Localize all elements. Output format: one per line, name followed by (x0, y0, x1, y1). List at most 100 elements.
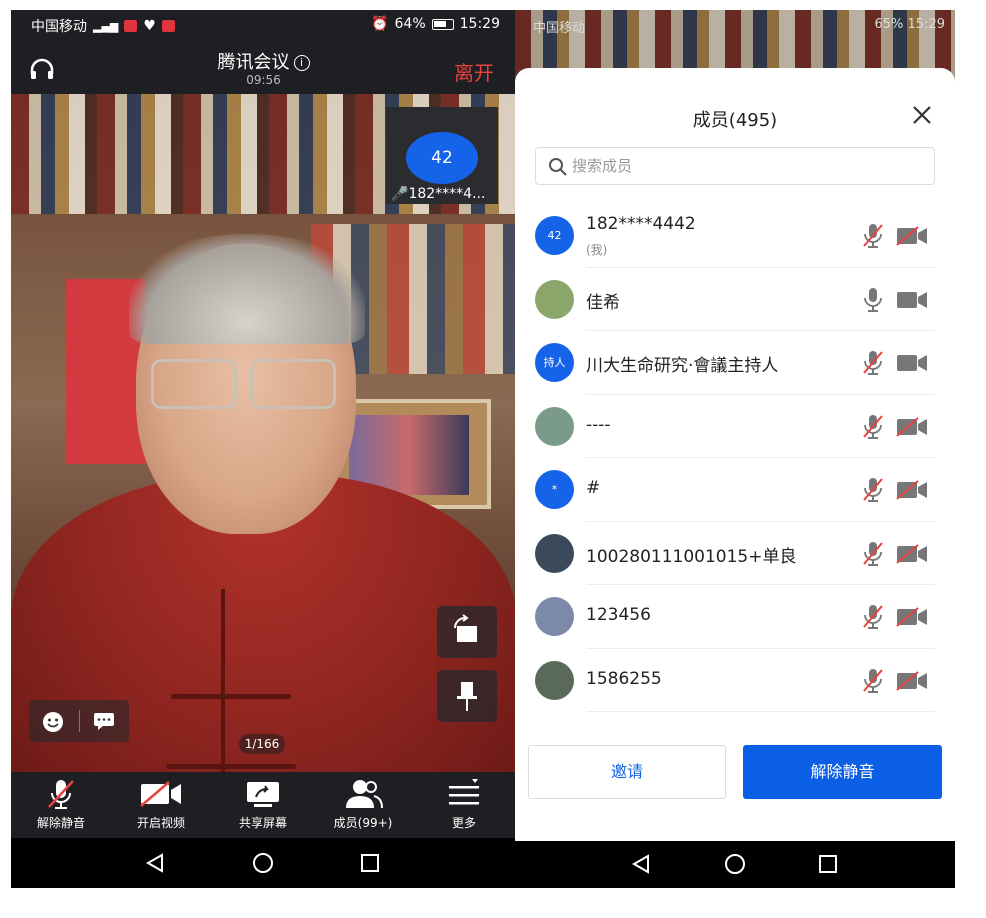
heart-icon: ♥ (143, 18, 156, 34)
member-row[interactable]: * # (515, 458, 955, 522)
members-panel: 成员(495) 42 182****4442 (我) (515, 68, 955, 843)
garment-knot (171, 694, 291, 699)
member-row[interactable]: 100280111001015+单良 (515, 522, 955, 585)
member-avatar (535, 660, 574, 700)
rotate-icon (454, 614, 477, 642)
home-icon[interactable] (251, 852, 275, 874)
alarm-icon: ⏰ (371, 16, 389, 32)
unmute-button[interactable]: 解除静音 (16, 778, 106, 831)
camera-icon[interactable] (896, 353, 928, 377)
meeting-title[interactable]: 腾讯会议 i (11, 48, 516, 74)
mic-muted-icon[interactable] (862, 604, 884, 634)
start-video-button[interactable]: 开启视频 (116, 778, 206, 831)
member-row[interactable]: 持人 川大生命研究·會議主持人 (515, 331, 955, 395)
carrier-label: 中国移动 (533, 21, 586, 36)
search-box[interactable] (535, 147, 935, 185)
member-avatar (535, 406, 574, 446)
status-bar: 中国移动 65% 15:29 (515, 10, 955, 40)
camera-off-icon[interactable] (896, 226, 928, 250)
unmute-all-button[interactable]: 解除静音 (743, 745, 942, 799)
rotate-button[interactable] (437, 606, 497, 658)
chat-icon[interactable] (93, 712, 115, 730)
member-subtitle: (我) (586, 243, 608, 257)
members-button[interactable]: 成员(99+) (318, 778, 408, 831)
invite-button[interactable]: 邀请 (528, 745, 726, 799)
signal-icon: ▂▄▆ (93, 19, 119, 33)
clock: 15:29 (459, 16, 500, 32)
speaker-glasses (151, 359, 336, 409)
camera-icon[interactable] (896, 290, 928, 314)
member-name: ---- (586, 414, 611, 435)
more-icon (449, 779, 479, 805)
carrier-label: 中国移动 (31, 19, 87, 35)
mic-muted-icon[interactable] (862, 668, 884, 698)
members-icon (346, 780, 383, 809)
mic-muted-icon[interactable] (862, 350, 884, 380)
meeting-toolbar: 解除静音 开启视频 共享屏幕 成员(99+) 更多 (11, 772, 516, 837)
camera-off-icon[interactable] (896, 416, 928, 441)
more-button[interactable]: 更多 (419, 778, 509, 831)
reaction-bar (29, 700, 129, 742)
battery-icon (431, 18, 454, 30)
back-icon[interactable] (630, 853, 652, 875)
pin-button[interactable] (437, 670, 497, 722)
member-name: 100280111001015+单良 (586, 546, 797, 567)
battery-percent: 64% (394, 16, 426, 32)
member-row[interactable]: 123456 (515, 585, 955, 649)
garment-seam (221, 589, 225, 782)
mic-muted-icon[interactable] (862, 223, 884, 253)
app-notification-icon (161, 20, 175, 32)
speaker-hair (129, 234, 365, 344)
camera-off-icon[interactable] (896, 670, 928, 695)
member-avatar (535, 533, 574, 573)
search-input[interactable] (572, 154, 912, 178)
member-avatar: 持人 (535, 343, 574, 382)
camera-off-icon[interactable] (896, 543, 928, 568)
self-name: 🎤182****4... (391, 186, 486, 202)
member-list: 42 182****4442 (我) 佳希 持人 川大生命研究·會議主持人 --… (515, 204, 955, 712)
member-row[interactable]: 佳希 (515, 268, 955, 331)
member-name: 123456 (586, 605, 651, 625)
search-icon (549, 158, 567, 176)
meeting-duration: 09:56 (246, 73, 281, 87)
leave-button[interactable]: 离开 (454, 57, 494, 86)
status-bar: 中国移动 ▂▄▆ ♥ ⏰ 64% 15:29 (11, 10, 516, 40)
page-indicator: 1/166 (239, 734, 285, 754)
member-avatar: * (535, 470, 574, 509)
system-nav-bar (11, 838, 516, 888)
member-name: 182****4442 (586, 214, 696, 234)
camera-off-icon[interactable] (896, 480, 928, 504)
member-avatar (535, 279, 574, 319)
share-screen-button[interactable]: 共享屏幕 (218, 778, 308, 831)
self-avatar: 42 (406, 132, 478, 184)
home-icon[interactable] (723, 853, 747, 875)
mic-muted-icon[interactable] (862, 541, 884, 571)
pin-icon (457, 682, 477, 711)
notification-icon (124, 20, 138, 32)
meeting-screen: 中国移动 ▂▄▆ ♥ ⏰ 64% 15:29 腾讯会议 i 09:56 离开 4… (11, 10, 516, 888)
member-name: 川大生命研究·會議主持人 (586, 356, 779, 376)
camera-off-icon (140, 781, 181, 807)
share-screen-icon (247, 782, 279, 807)
member-avatar (535, 597, 574, 636)
recents-icon[interactable] (817, 853, 839, 875)
row-divider (586, 711, 935, 712)
close-icon[interactable] (911, 104, 933, 126)
members-screen: 中国移动 65% 15:29 成员(495) 42 182****4442 (我… (515, 10, 955, 888)
panel-title: 成员(495) (692, 110, 778, 131)
member-row[interactable]: 1586255 (515, 649, 955, 712)
mic-muted-icon[interactable] (862, 477, 884, 507)
mic-icon[interactable] (862, 287, 884, 317)
recents-icon[interactable] (359, 852, 381, 874)
info-icon[interactable]: i (293, 55, 310, 71)
meeting-header: 腾讯会议 i 09:56 离开 (11, 40, 516, 95)
emoji-icon[interactable] (42, 711, 64, 733)
status-right: 65% 15:29 (874, 17, 945, 32)
member-row[interactable]: 42 182****4442 (我) (515, 204, 955, 268)
mic-muted-icon[interactable] (862, 414, 884, 444)
garment-knot (166, 764, 296, 769)
member-row[interactable]: ---- (515, 395, 955, 458)
back-icon[interactable] (144, 852, 166, 874)
camera-off-icon[interactable] (896, 607, 928, 631)
system-nav-bar (515, 841, 955, 888)
